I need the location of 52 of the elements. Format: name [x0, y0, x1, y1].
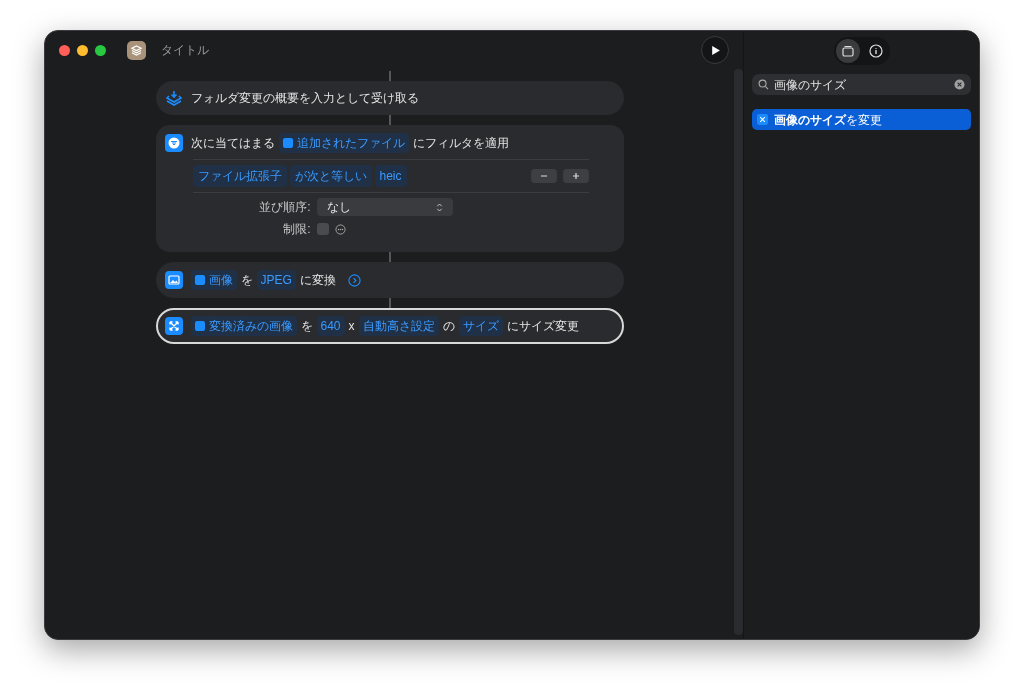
action-text: x	[348, 318, 355, 335]
action-text: 次に当てはまる	[190, 135, 275, 152]
condition-token[interactable]: heic	[374, 165, 407, 187]
search-field[interactable]: 画像のサイズ	[752, 74, 971, 95]
run-button[interactable]	[701, 36, 729, 64]
variable-token[interactable]: 変換済みの画像	[190, 316, 297, 336]
limit-checkbox[interactable]	[316, 223, 329, 235]
zoom-button[interactable]	[95, 44, 106, 56]
action-text: にサイズ変更	[506, 318, 579, 335]
image-icon	[164, 271, 183, 289]
variable-token[interactable]: 自動高さ設定	[358, 316, 439, 336]
sort-label: 並び順序:	[258, 199, 311, 216]
action-text: の	[442, 318, 455, 335]
more-icon[interactable]	[334, 223, 346, 235]
action-card[interactable]: 画像 を JPEG に変換	[155, 262, 624, 298]
play-icon	[709, 44, 721, 56]
minimize-button[interactable]	[77, 44, 88, 56]
updown-chevron-icon	[435, 202, 443, 212]
variable-token[interactable]: 追加されたファイル	[278, 133, 409, 153]
search-icon	[758, 79, 769, 90]
sort-dropdown[interactable]: なし	[316, 198, 453, 216]
add-button[interactable]	[562, 169, 589, 183]
window-title: タイトル	[161, 42, 209, 59]
condition-token[interactable]: が次と等しい	[289, 165, 372, 187]
variable-token[interactable]: 640	[316, 316, 345, 336]
app-icon	[127, 40, 146, 60]
library-tab[interactable]	[835, 39, 860, 63]
action-text: に変換	[299, 272, 336, 289]
variable-token[interactable]: 画像	[190, 270, 237, 290]
action-text: を	[300, 318, 313, 335]
action-text: フォルダ変更の概要を入力として受け取る	[190, 90, 419, 107]
plus-icon	[571, 172, 580, 180]
action-card[interactable]: フォルダ変更の概要を入力として受け取る	[155, 81, 624, 115]
scrollbar-track[interactable]	[734, 69, 743, 635]
limit-label: 制限:	[282, 221, 311, 238]
variable-token[interactable]: JPEG	[256, 270, 296, 290]
remove-button[interactable]	[530, 169, 557, 183]
search-result[interactable]: 画像のサイズを変更	[752, 109, 971, 130]
chevron-circle-icon[interactable]	[347, 273, 361, 287]
info-icon	[868, 44, 883, 58]
filter-icon	[164, 134, 183, 152]
action-card[interactable]: 変換済みの画像 を 640 x 自動高さ設定 の サイズ にサイズ変更	[155, 308, 624, 344]
stack-download-icon	[164, 89, 183, 107]
variable-token[interactable]: サイズ	[458, 316, 503, 336]
minus-icon	[539, 172, 548, 180]
condition-token[interactable]: ファイル拡張子	[192, 165, 287, 187]
clear-icon[interactable]	[954, 79, 965, 90]
library-icon	[840, 44, 855, 58]
action-text: を	[240, 272, 253, 289]
action-card[interactable]: 次に当てはまる 追加されたファイル にフィルタを適用 ファイル拡張子 が次と等しい heic 並び順序: なし 制限:	[155, 125, 624, 252]
action-text: にフィルタを適用	[412, 135, 509, 152]
close-button[interactable]	[59, 44, 70, 56]
